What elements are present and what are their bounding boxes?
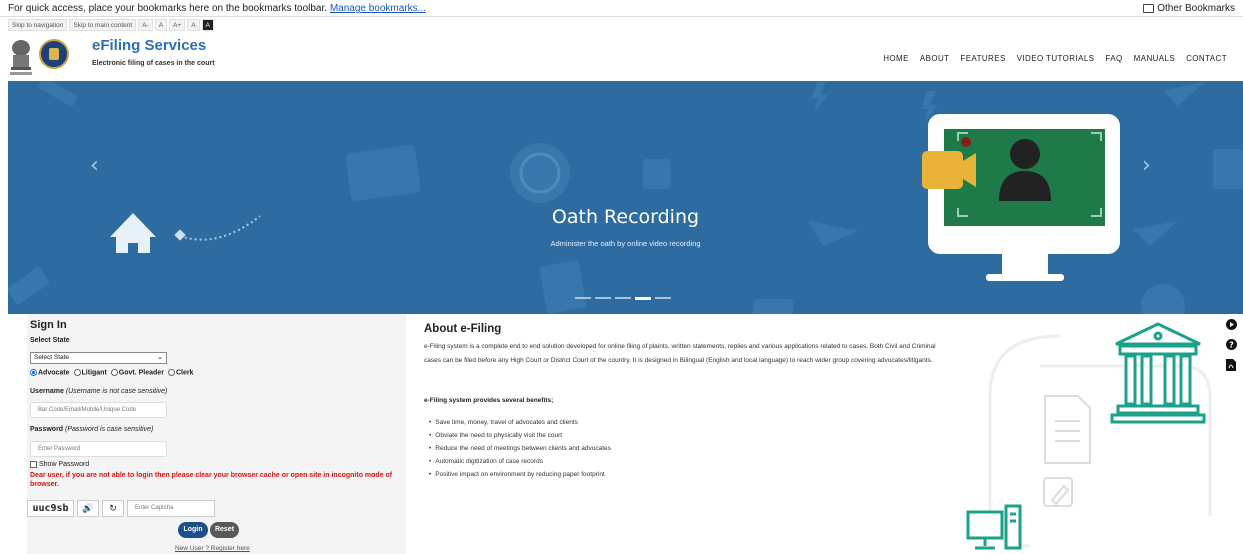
bookmarks-message: For quick access, place your bookmarks h… [8, 3, 328, 14]
about-title: About e-Filing [424, 323, 502, 335]
side-quick-links: ? [1219, 314, 1243, 390]
list-item: Automatic digitization of case records [429, 455, 611, 468]
hero-carousel: ‹ › Oath Recording Administer the oath b… [8, 81, 1243, 314]
audio-captcha-icon[interactable]: 🔊 [77, 499, 99, 517]
nav-faq[interactable]: FAQ [1105, 54, 1122, 63]
national-emblem-icon [10, 40, 32, 75]
other-bookmarks[interactable]: Other Bookmarks [1143, 0, 1235, 17]
nav-manuals[interactable]: MANUALS [1134, 54, 1175, 63]
signin-title: Sign In [30, 319, 67, 331]
site-title[interactable]: eFiling Services [92, 37, 206, 54]
list-item: Positive impact on environment by reduci… [429, 468, 611, 481]
carousel-background [8, 81, 1243, 314]
contrast-dark-button[interactable]: A [201, 19, 214, 31]
show-password-checkbox[interactable]: Show Password [30, 461, 89, 468]
nav-features[interactable]: FEATURES [960, 54, 1005, 63]
login-button[interactable]: Login [178, 522, 208, 538]
checkbox-icon[interactable] [30, 461, 37, 468]
efiling-illustration [966, 322, 1212, 550]
folder-icon [1143, 4, 1155, 13]
desktop-computer-icon [966, 504, 1022, 550]
nav-home[interactable]: HOME [883, 54, 909, 63]
carousel-indicators [575, 297, 671, 300]
state-select[interactable]: Select State ⌄ [30, 352, 167, 364]
contrast-light-button[interactable]: A [187, 19, 200, 31]
chevron-down-icon: ⌄ [157, 354, 163, 361]
show-password-label: Show Password [39, 461, 90, 468]
reset-button[interactable]: Reset [210, 522, 239, 538]
bookmarks-toolbar: For quick access, place your bookmarks h… [0, 0, 1243, 17]
radio-icon[interactable] [167, 369, 175, 376]
carousel-prev-button[interactable]: ‹ [90, 153, 99, 178]
slide-subtitle: Administer the oath by online video reco… [550, 239, 701, 248]
font-normal-button[interactable]: A [154, 19, 168, 31]
pdf-icon[interactable] [1225, 358, 1238, 371]
list-item: Obviate the need to physically visit the… [429, 429, 611, 442]
password-input[interactable]: Enter Password [30, 441, 167, 457]
role-litigant[interactable]: Litigant [73, 369, 107, 376]
help-icon[interactable]: ? [1225, 338, 1238, 351]
signin-panel: Sign In Select State Select State ⌄ Advo… [27, 314, 406, 554]
list-item: Save time, money, travel of advocates an… [429, 416, 611, 429]
document-icon [1044, 395, 1091, 464]
password-note: (Password is case sensitive) [65, 426, 154, 433]
carousel-dot[interactable] [575, 297, 591, 299]
radio-icon[interactable] [73, 369, 81, 376]
register-link[interactable]: New User ? Register here [175, 545, 250, 552]
carousel-dot[interactable] [655, 297, 671, 299]
role-radio-group: Advocate Litigant Govt. Pleader Clerk [30, 369, 193, 376]
carousel-next-button[interactable]: › [1142, 153, 1151, 178]
benefits-heading: e-Filing system provides several benefit… [424, 397, 554, 404]
nav-video-tutorials[interactable]: VIDEO TUTORIALS [1017, 54, 1095, 63]
captcha-row: uuc9sb 🔊 ↻ Enter Captcha [27, 499, 215, 517]
refresh-captcha-icon[interactable]: ↻ [102, 499, 124, 517]
nav-contact[interactable]: CONTACT [1186, 54, 1227, 63]
nav-about[interactable]: ABOUT [920, 54, 950, 63]
role-clerk[interactable]: Clerk [167, 369, 193, 376]
about-paragraph: e-Filing system is a complete end to end… [424, 343, 936, 364]
username-label: Username (Username is not case sensitive… [30, 388, 168, 395]
role-govt-pleader[interactable]: Govt. Pleader [110, 369, 164, 376]
courthouse-icon [1110, 322, 1206, 424]
benefits-list: Save time, money, travel of advocates an… [429, 416, 611, 481]
carousel-dot-active[interactable] [635, 297, 651, 300]
username-input[interactable]: Bar Code/Email/Mobile/Unique Code [30, 402, 167, 418]
video-call-illustration [922, 114, 1120, 281]
username-note: (Username is not case sensitive) [65, 388, 168, 395]
list-item: Reduce the need of meetings between clie… [429, 442, 611, 455]
main-nav: HOME ABOUT FEATURES VIDEO TUTORIALS FAQ … [883, 54, 1227, 63]
pencil-icon [1043, 477, 1073, 507]
carousel-dot[interactable] [615, 297, 631, 299]
captcha-image: uuc9sb [27, 499, 74, 517]
password-label: Password (Password is case sensitive) [30, 426, 154, 433]
slide-title: Oath Recording [551, 206, 700, 228]
radio-icon[interactable] [30, 369, 37, 376]
radio-icon[interactable] [110, 369, 118, 376]
font-decrease-button[interactable]: A- [138, 19, 153, 31]
state-select-value: Select State [34, 354, 70, 361]
court-logo-icon [39, 39, 69, 69]
captcha-input[interactable]: Enter Captcha [127, 499, 215, 517]
skip-to-main-link[interactable]: Skip to main content [69, 19, 137, 31]
browser-cache-warning: Dear user, if you are not able to login … [30, 472, 393, 488]
svg-text:?: ? [1229, 341, 1234, 350]
site-subtitle: Electronic filing of cases in the court [92, 60, 215, 67]
state-label: Select State [30, 337, 70, 344]
accessibility-bar: Skip to navigation Skip to main content … [8, 19, 214, 31]
font-increase-button[interactable]: A+ [169, 19, 186, 31]
play-icon[interactable] [1225, 318, 1238, 331]
site-header: eFiling Services Electronic filing of ca… [0, 33, 1243, 81]
manage-bookmarks-link[interactable]: Manage bookmarks... [330, 3, 426, 14]
skip-to-navigation-link[interactable]: Skip to navigation [8, 19, 68, 31]
other-bookmarks-label: Other Bookmarks [1157, 3, 1235, 14]
carousel-dot[interactable] [595, 297, 611, 299]
role-advocate[interactable]: Advocate [30, 369, 70, 376]
